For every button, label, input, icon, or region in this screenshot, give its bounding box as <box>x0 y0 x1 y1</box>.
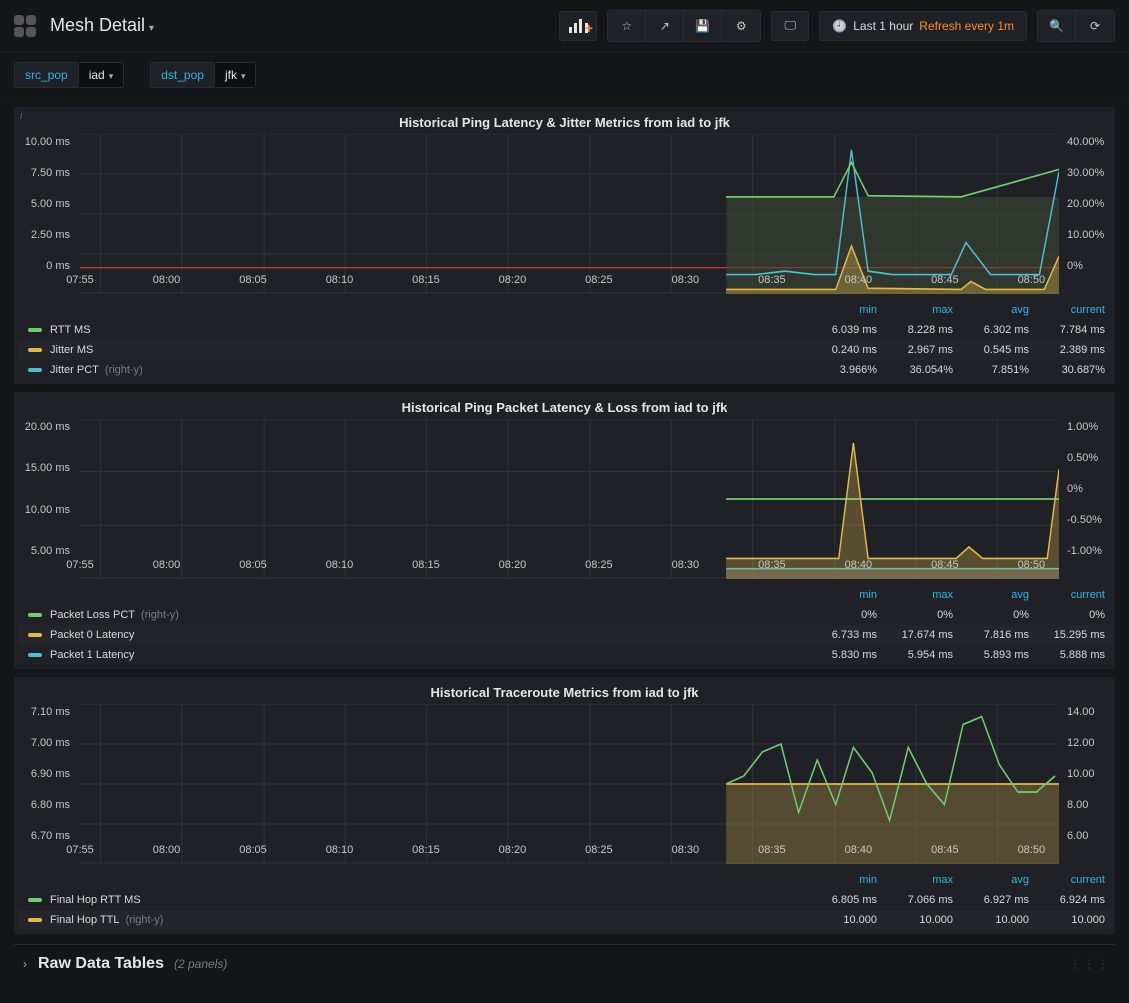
drag-handle-icon[interactable]: ⋮⋮⋮ <box>1069 957 1111 971</box>
y-axis-right: 1.00%0.50%0%-0.50%-1.00% <box>1063 419 1115 557</box>
panel-traceroute: Historical Traceroute Metrics from iad t… <box>14 677 1115 934</box>
clock-icon: 🕘 <box>832 19 847 33</box>
chart-area[interactable]: 7.10 ms7.00 ms6.90 ms6.80 ms6.70 ms 14.0… <box>14 704 1115 864</box>
y-axis-left: 10.00 ms7.50 ms5.00 ms2.50 ms0 ms <box>14 134 76 272</box>
legend-table: minmaxavgcurrent Final Hop RTT MS6.805 m… <box>14 864 1115 934</box>
row-title: Raw Data Tables <box>38 955 164 973</box>
legend-col-max[interactable]: max <box>883 870 959 890</box>
y-axis-right: 14.0012.0010.008.006.00 <box>1063 704 1115 842</box>
panel-title: Historical Traceroute Metrics from iad t… <box>14 677 1115 704</box>
chart-area[interactable]: 20.00 ms15.00 ms10.00 ms5.00 ms 1.00%0.5… <box>14 419 1115 579</box>
y-axis-left: 20.00 ms15.00 ms10.00 ms5.00 ms <box>14 419 76 557</box>
x-axis: 07:5508:0008:0508:1008:1508:2008:2508:30… <box>80 274 1059 294</box>
panel-latency-jitter: i Historical Ping Latency & Jitter Metri… <box>14 107 1115 384</box>
legend-col-max[interactable]: max <box>883 585 959 605</box>
series-swatch <box>28 633 42 637</box>
series-swatch <box>28 613 42 617</box>
refresh-interval-label: Refresh every 1m <box>919 19 1014 33</box>
add-panel-button[interactable]: + <box>559 11 597 41</box>
legend-table: minmaxavgcurrent RTT MS6.039 ms8.228 ms6… <box>14 294 1115 384</box>
legend-row[interactable]: Packet 0 Latency6.733 ms17.674 ms7.816 m… <box>18 625 1111 645</box>
panel-packet-latency-loss: Historical Ping Packet Latency & Loss fr… <box>14 392 1115 669</box>
save-icon: 💾 <box>695 19 710 33</box>
chart-svg <box>80 134 1059 294</box>
legend-row[interactable]: Jitter MS0.240 ms2.967 ms0.545 ms2.389 m… <box>18 340 1111 360</box>
chart-svg <box>80 419 1059 579</box>
legend-col-current[interactable]: current <box>1035 300 1111 320</box>
info-icon[interactable]: i <box>20 111 22 122</box>
chart-area[interactable]: 10.00 ms7.50 ms5.00 ms2.50 ms0 ms 40.00%… <box>14 134 1115 294</box>
chart-svg <box>80 704 1059 864</box>
x-axis: 07:5508:0008:0508:1008:1508:2008:2508:30… <box>80 559 1059 579</box>
tv-mode-button[interactable]: 🖵 <box>771 11 809 41</box>
series-swatch <box>28 653 42 657</box>
legend-col-max[interactable]: max <box>883 300 959 320</box>
series-swatch <box>28 328 42 332</box>
star-button[interactable]: ☆ <box>608 11 646 41</box>
zoom-refresh-group: 🔍 ⟳ <box>1037 10 1115 42</box>
series-swatch <box>28 918 42 922</box>
x-axis: 07:5508:0008:0508:1008:1508:2008:2508:30… <box>80 844 1059 864</box>
legend-row[interactable]: RTT MS6.039 ms8.228 ms6.302 ms7.784 ms <box>18 320 1111 340</box>
share-button[interactable]: ↗ <box>646 11 684 41</box>
chevron-right-icon: › <box>18 957 32 971</box>
panel-title: Historical Ping Packet Latency & Loss fr… <box>14 392 1115 419</box>
legend-row[interactable]: Final Hop RTT MS6.805 ms7.066 ms6.927 ms… <box>18 890 1111 910</box>
var-src-pop-label: src_pop <box>14 62 79 88</box>
legend-col-min[interactable]: min <box>807 870 883 890</box>
row-raw-data-tables[interactable]: › Raw Data Tables (2 panels) ⋮⋮⋮ <box>14 944 1115 983</box>
toolbar-group: ☆ ↗ 💾 ⚙ <box>607 10 761 42</box>
var-src-pop-value[interactable]: iad▾ <box>79 62 125 88</box>
legend-row[interactable]: Packet Loss PCT(right-y)0%0%0%0% <box>18 605 1111 625</box>
panel-title: Historical Ping Latency & Jitter Metrics… <box>14 107 1115 134</box>
gear-icon: ⚙ <box>736 19 747 33</box>
monitor-icon: 🖵 <box>785 18 797 33</box>
legend-row[interactable]: Final Hop TTL(right-y)10.00010.00010.000… <box>18 910 1111 930</box>
var-dst-pop-value[interactable]: jfk▾ <box>215 62 257 88</box>
chevron-down-icon: ▾ <box>109 71 114 81</box>
var-dst-pop-label: dst_pop <box>150 62 215 88</box>
time-range-picker[interactable]: 🕘 Last 1 hour Refresh every 1m <box>819 11 1027 41</box>
y-axis-left: 7.10 ms7.00 ms6.90 ms6.80 ms6.70 ms <box>14 704 76 842</box>
y-axis-right: 40.00%30.00%20.00%10.00%0% <box>1063 134 1115 272</box>
legend-col-current[interactable]: current <box>1035 870 1111 890</box>
legend-col-avg[interactable]: avg <box>959 300 1035 320</box>
row-panel-count: (2 panels) <box>174 957 227 971</box>
legend-col-min[interactable]: min <box>807 585 883 605</box>
bar-chart-plus-icon: + <box>569 19 588 33</box>
series-swatch <box>28 348 42 352</box>
template-variables: src_pop iad▾ dst_pop jfk▾ <box>0 52 1129 99</box>
app-header: Mesh Detail▾ + ☆ ↗ 💾 ⚙ 🖵 🕘 Last 1 hour R… <box>0 0 1129 52</box>
chevron-down-icon: ▾ <box>149 23 154 34</box>
settings-button[interactable]: ⚙ <box>722 11 760 41</box>
legend-col-min[interactable]: min <box>807 300 883 320</box>
star-icon: ☆ <box>621 19 632 33</box>
time-range-label: Last 1 hour <box>853 19 913 33</box>
legend-table: minmaxavgcurrent Packet Loss PCT(right-y… <box>14 579 1115 669</box>
zoom-out-button[interactable]: 🔍 <box>1038 11 1076 41</box>
legend-row[interactable]: Packet 1 Latency5.830 ms5.954 ms5.893 ms… <box>18 645 1111 665</box>
save-button[interactable]: 💾 <box>684 11 722 41</box>
chevron-down-icon: ▾ <box>241 71 246 81</box>
legend-col-avg[interactable]: avg <box>959 870 1035 890</box>
legend-row[interactable]: Jitter PCT(right-y)3.966%36.054%7.851%30… <box>18 360 1111 380</box>
zoom-out-icon: 🔍 <box>1049 19 1064 33</box>
legend-col-current[interactable]: current <box>1035 585 1111 605</box>
dashboard-grid-icon[interactable] <box>14 15 36 37</box>
share-icon: ↗ <box>660 19 670 33</box>
dashboard-title[interactable]: Mesh Detail▾ <box>50 15 154 36</box>
series-swatch <box>28 368 42 372</box>
refresh-icon: ⟳ <box>1090 19 1100 33</box>
refresh-button[interactable]: ⟳ <box>1076 11 1114 41</box>
series-swatch <box>28 898 42 902</box>
legend-col-avg[interactable]: avg <box>959 585 1035 605</box>
